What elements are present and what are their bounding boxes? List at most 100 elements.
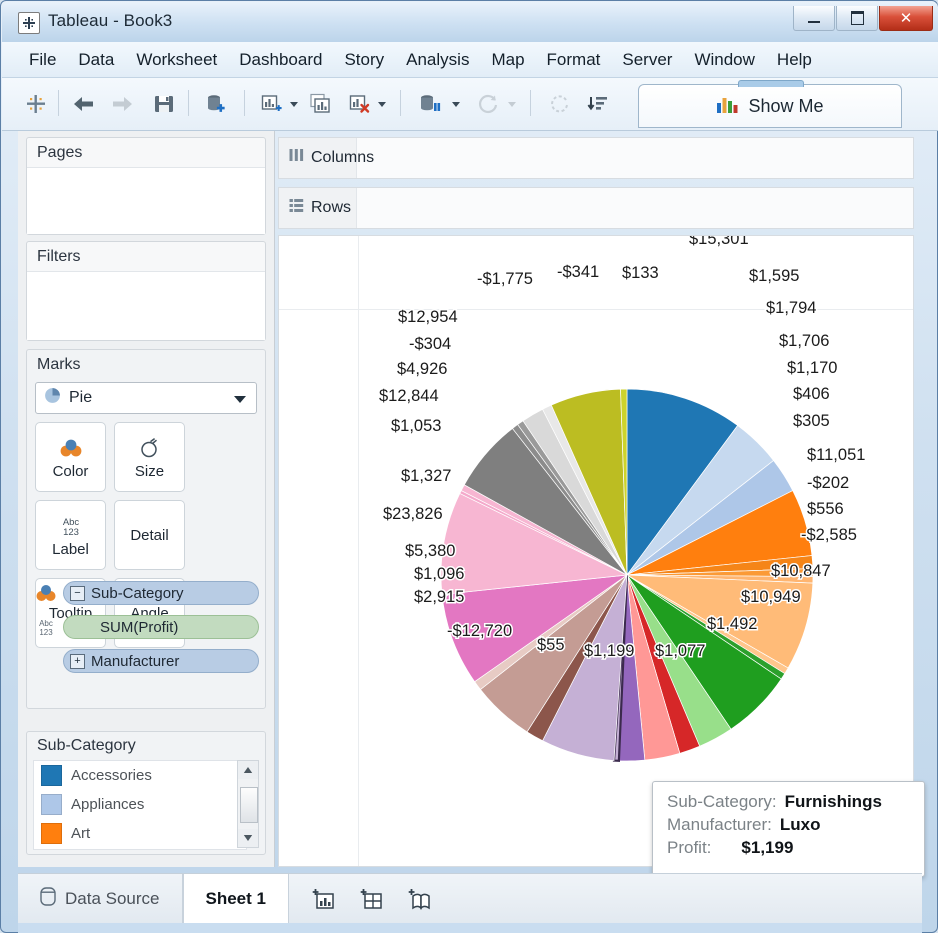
menu-map[interactable]: Map <box>480 48 535 72</box>
pie-slice-label: -$304 <box>409 335 451 353</box>
tooltip-value: Luxo <box>780 815 821 835</box>
marks-detail-button[interactable]: Detail <box>114 500 185 570</box>
legend-scroll-thumb[interactable] <box>240 787 258 823</box>
pill-sub-category-label: Sub-Category <box>91 585 184 602</box>
show-me-icon <box>716 94 738 119</box>
tooltip-row: Manufacturer: Luxo <box>667 815 910 835</box>
pie-slice-label: $2,915 <box>414 588 464 606</box>
marks-size-label: Size <box>135 463 164 480</box>
pie-slice-label: $12,954 <box>398 308 458 326</box>
pill-manufacturer[interactable]: + Manufacturer <box>63 649 259 673</box>
legend-item[interactable]: Accessories <box>34 761 246 790</box>
new-worksheet-icon[interactable] <box>311 886 337 912</box>
scroll-up-arrow-icon[interactable] <box>238 761 258 779</box>
tooltip-key: Manufacturer: <box>667 815 772 835</box>
maximize-button[interactable] <box>836 6 878 31</box>
tableau-sparkle-icon[interactable] <box>20 88 52 120</box>
pie-slice-label: $133 <box>622 264 659 282</box>
duplicate-sheet-icon[interactable] <box>306 88 338 120</box>
pie-chart-svg[interactable]: $15,301$1,595$1,794$1,706$1,170$406$305$… <box>279 236 914 867</box>
menu-window[interactable]: Window <box>683 48 765 72</box>
pie-slice-label: $1,706 <box>779 332 829 350</box>
tab-sheet-1[interactable]: Sheet 1 <box>183 874 289 924</box>
close-button[interactable]: ✕ <box>879 6 933 31</box>
legend-item[interactable]: Art <box>34 819 246 848</box>
legend-scrollbar[interactable] <box>237 760 259 848</box>
rows-shelf[interactable]: Rows <box>278 187 914 229</box>
tooltip-value: $1,199 <box>741 838 793 858</box>
columns-icon <box>289 148 304 168</box>
clear-sheet-icon[interactable] <box>344 88 376 120</box>
color-legend-list[interactable]: Accessories Appliances Art <box>33 760 247 850</box>
sort-descending-icon[interactable] <box>582 88 614 120</box>
menu-format[interactable]: Format <box>536 48 612 72</box>
pie-slice-label: $1,053 <box>391 417 441 435</box>
pages-shelf-dropzone[interactable] <box>27 167 265 234</box>
menu-server[interactable]: Server <box>611 48 683 72</box>
new-story-icon[interactable] <box>407 886 433 912</box>
clear-sheet-caret-icon[interactable] <box>378 102 386 107</box>
swap-data-caret-icon[interactable] <box>452 102 460 107</box>
menu-help[interactable]: Help <box>766 48 823 72</box>
color-circles-icon <box>59 435 83 461</box>
sheet-1-label: Sheet 1 <box>206 889 266 909</box>
pie-mark-icon <box>44 387 61 409</box>
marks-detail-label: Detail <box>130 527 168 544</box>
pie-chart[interactable]: $15,301$1,595$1,794$1,706$1,170$406$305$… <box>279 236 914 867</box>
tab-data-source[interactable]: Data Source <box>18 874 183 924</box>
scroll-down-arrow-icon[interactable] <box>238 829 258 847</box>
pie-slice-label: -$341 <box>557 263 599 281</box>
filters-shelf[interactable]: Filters <box>26 241 266 341</box>
chevron-down-icon[interactable] <box>234 396 246 403</box>
pie-slice-label: $1,096 <box>414 565 464 583</box>
swap-data-icon[interactable] <box>414 88 446 120</box>
marks-color-button[interactable]: Color <box>35 422 106 492</box>
show-me-button[interactable]: Show Me <box>638 84 902 128</box>
mark-type-dropdown[interactable]: Pie <box>35 382 257 414</box>
filters-shelf-dropzone[interactable] <box>27 271 265 340</box>
rows-shelf-label: Rows <box>311 199 351 217</box>
status-bar <box>18 923 922 933</box>
menu-dashboard[interactable]: Dashboard <box>228 48 333 72</box>
rows-icon <box>289 198 304 218</box>
abc123-icon: Abc 123 <box>35 616 57 638</box>
new-worksheet-icon[interactable] <box>256 88 288 120</box>
save-icon[interactable] <box>148 88 180 120</box>
legend-item[interactable]: Appliances <box>34 790 246 819</box>
pill-sub-category[interactable]: − Sub-Category <box>63 581 259 605</box>
refresh-caret-icon <box>508 102 516 107</box>
tooltip-key: Profit: <box>667 838 711 858</box>
sheet-action-buttons <box>289 874 455 924</box>
menu-file[interactable]: File <box>18 48 67 72</box>
menu-data[interactable]: Data <box>67 48 125 72</box>
pie-slice-label: $5,380 <box>405 542 455 560</box>
pie-slice-label: $10,949 <box>741 588 801 606</box>
marks-card-title: Marks <box>27 350 265 374</box>
menu-worksheet[interactable]: Worksheet <box>125 48 228 72</box>
new-data-source-icon[interactable] <box>200 88 232 120</box>
marks-size-button[interactable]: Size <box>114 422 185 492</box>
pill-sum-profit[interactable]: SUM(Profit) <box>63 615 259 639</box>
menu-story[interactable]: Story <box>333 48 395 72</box>
marks-pill-row-detail: + Manufacturer <box>35 648 259 674</box>
pie-slice-label: $1,170 <box>787 359 837 377</box>
pie-slice-label: -$2,585 <box>801 526 857 544</box>
new-dashboard-icon[interactable] <box>359 886 385 912</box>
columns-shelf[interactable]: Columns <box>278 137 914 179</box>
data-source-icon <box>40 887 56 911</box>
viz-canvas[interactable]: $15,301$1,595$1,794$1,706$1,170$406$305$… <box>278 235 914 867</box>
pill-expand-icon[interactable]: + <box>70 654 85 669</box>
marks-label-button[interactable]: Abc 123 Label <box>35 500 106 570</box>
pie-slice-label: -$202 <box>807 474 849 492</box>
new-worksheet-caret-icon[interactable] <box>290 102 298 107</box>
pill-collapse-icon[interactable]: − <box>70 586 85 601</box>
minimize-button[interactable] <box>793 6 835 31</box>
window-frame: Tableau - Book3 ✕ File Data Worksheet Da… <box>0 0 938 933</box>
pages-shelf[interactable]: Pages <box>26 137 266 235</box>
window-title: Tableau - Book3 <box>48 11 172 31</box>
back-arrow-icon[interactable] <box>68 88 100 120</box>
pie-slice-label: $556 <box>807 500 844 518</box>
columns-shelf-label: Columns <box>311 149 374 167</box>
pie-slice-label: $11,051 <box>807 446 865 464</box>
menu-analysis[interactable]: Analysis <box>395 48 480 72</box>
